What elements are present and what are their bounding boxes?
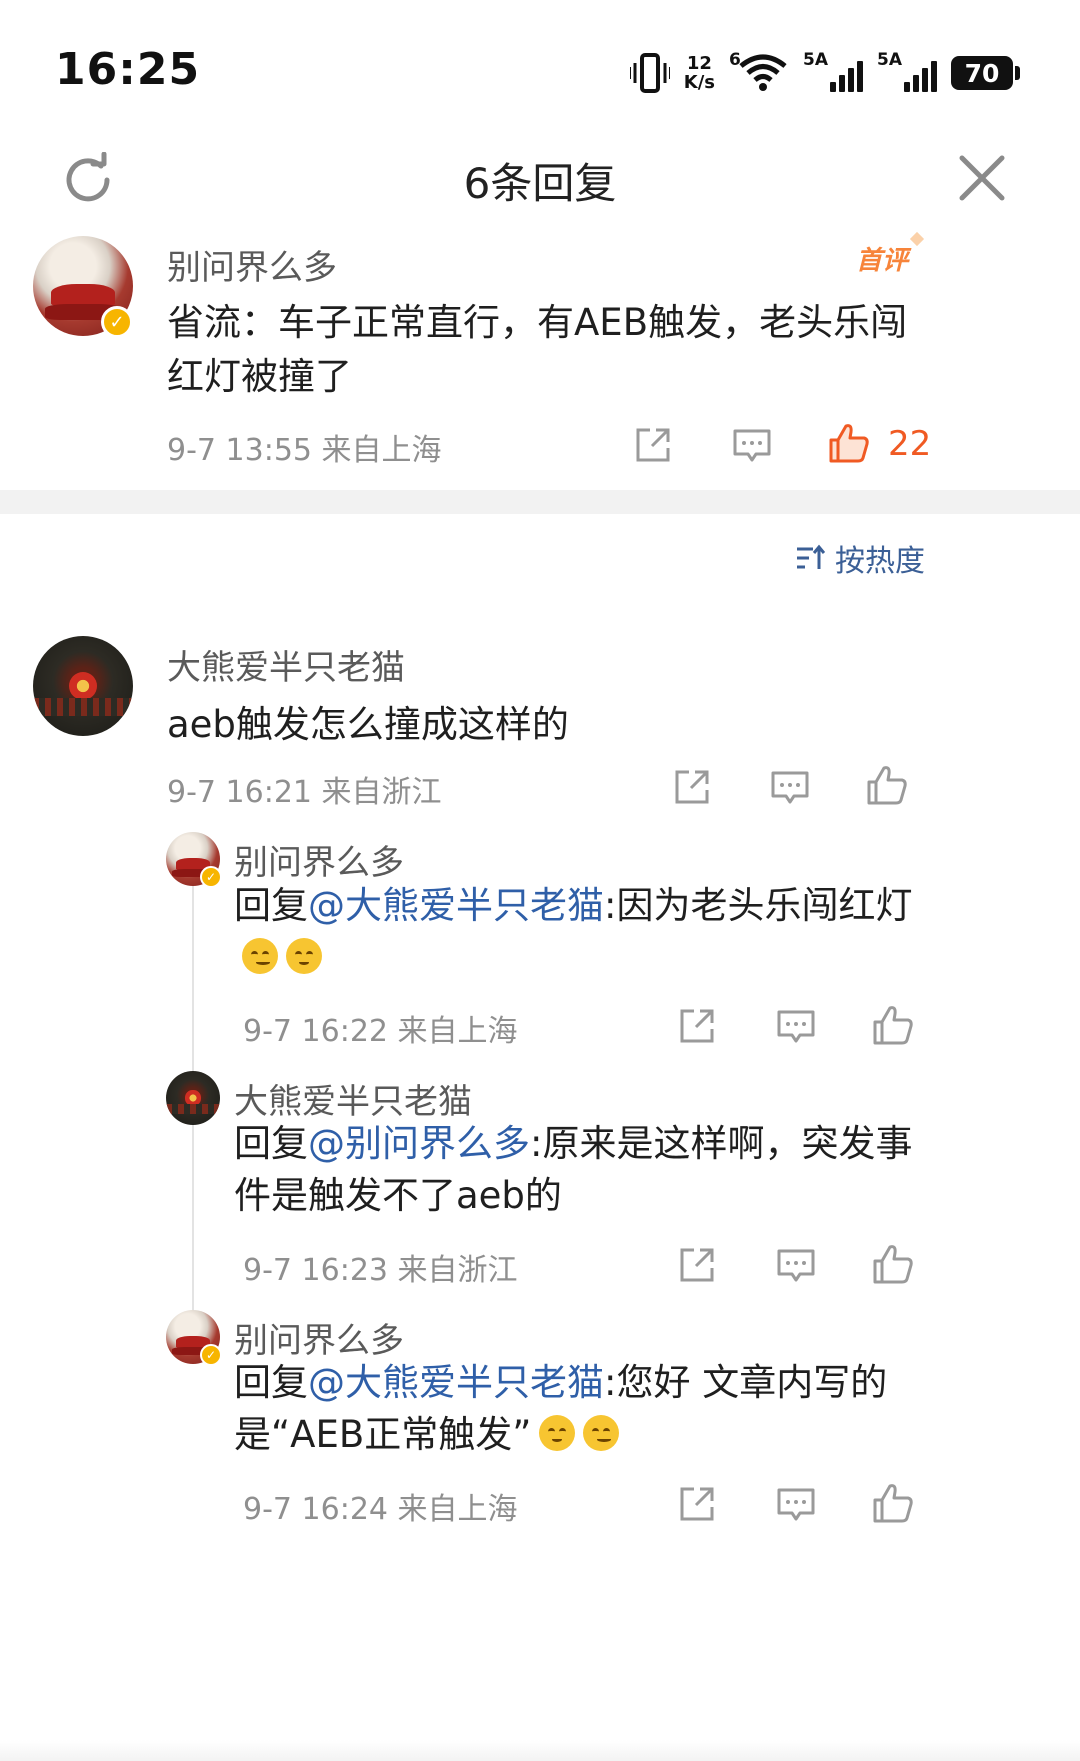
first-comment-badge-label: 首评: [856, 246, 909, 276]
share-icon[interactable]: [634, 426, 672, 464]
comment-username[interactable]: 别问界么多: [167, 240, 337, 289]
reply-time: 9-7 16:21: [167, 775, 312, 810]
wifi-icon: [739, 54, 787, 91]
signal-bars-icon: [904, 61, 937, 92]
sub-reply-time: 9-7 16:23: [243, 1253, 388, 1288]
sub-reply-text: 回复@大熊爱半只老猫:因为老头乐闯红灯: [234, 880, 914, 984]
sub-reply-meta: 9-7 16:22 来自上海: [243, 1006, 518, 1050]
sub-reply-text: 回复@大熊爱半只老猫:您好 文章内写的是“AEB正常触发”: [234, 1357, 924, 1461]
mention-link[interactable]: @大熊爱半只老猫: [308, 1361, 604, 1404]
reply-header: 6条回复: [0, 130, 1080, 230]
sub-reply-username[interactable]: 别问界么多: [234, 1313, 404, 1362]
smirk-emoji-icon: [242, 937, 278, 974]
comment-meta: 9-7 13:55 来自上海: [167, 425, 442, 469]
close-icon[interactable]: [956, 152, 1008, 204]
like-icon[interactable]: [872, 1004, 914, 1046]
sub-reply-text: 回复@别问界么多:原来是这样啊，突发事件是触发不了aeb的: [234, 1118, 914, 1222]
reply-location: 来自浙江: [321, 775, 442, 810]
sub-reply-location: 来自上海: [397, 1014, 518, 1049]
sim2-tag: 5A: [877, 50, 902, 70]
verified-badge-icon: ✓: [200, 1344, 222, 1366]
bottom-fade: [0, 1740, 1080, 1761]
signal-bars-icon: [830, 61, 863, 92]
sub-reply-username[interactable]: 别问界么多: [234, 835, 404, 884]
page-title: 6条回复: [463, 159, 617, 208]
verified-badge-icon: ✓: [200, 866, 222, 888]
sim2-signal: 5A: [877, 50, 937, 94]
status-time: 16:25: [55, 44, 201, 95]
sub-reply-time: 9-7 16:24: [243, 1492, 388, 1527]
avatar[interactable]: [33, 636, 133, 736]
comment-icon[interactable]: [732, 428, 772, 464]
vibrate-icon: [629, 53, 670, 93]
sub-reply-body: :因为老头乐闯红灯: [604, 884, 913, 927]
like-icon[interactable]: [866, 764, 908, 806]
verified-badge-icon: ✓: [101, 306, 133, 338]
status-bar: 16:25 12 K/s 6 5A 5A 70: [0, 0, 1080, 130]
mention-link[interactable]: @别问界么多: [308, 1122, 530, 1165]
comment-icon[interactable]: [776, 1487, 816, 1523]
avatar[interactable]: [166, 1071, 220, 1125]
upside-down-emoji-icon: [286, 937, 322, 974]
like-icon[interactable]: [872, 1482, 914, 1524]
emblem-bars: [166, 1104, 220, 1115]
comment-icon[interactable]: [776, 1248, 816, 1284]
net-speed-value: 12: [686, 53, 712, 74]
sort-label: 按热度: [835, 544, 925, 579]
reply-prefix: 回复: [234, 884, 308, 927]
share-icon[interactable]: [678, 1246, 716, 1284]
net-speed: 12 K/s: [684, 54, 715, 92]
comment-time: 9-7 13:55: [167, 433, 312, 468]
wifi-indicator: 6: [729, 50, 789, 94]
sub-reply-avatar-wrap[interactable]: ✓: [166, 1310, 222, 1366]
section-divider: [0, 490, 1080, 514]
sim1-signal: 5A: [803, 50, 863, 94]
comment-text: 省流：车子正常直行，有AEB触发，老头乐闯红灯被撞了: [167, 301, 908, 398]
reply-text: aeb触发怎么撞成这样的: [167, 703, 569, 746]
sub-reply-avatar-wrap[interactable]: ✓: [166, 832, 222, 888]
sparkle-icon: [909, 231, 925, 247]
like-icon[interactable]: [828, 422, 870, 464]
sub-reply-location: 来自上海: [397, 1492, 518, 1527]
smirk-emoji-icon: [583, 1414, 620, 1451]
battery-tip: [1015, 66, 1020, 80]
sub-reply-username[interactable]: 大熊爱半只老猫: [234, 1074, 472, 1123]
net-speed-unit: K/s: [683, 72, 715, 93]
battery-level: 70: [951, 56, 1013, 90]
sort-icon: [797, 544, 825, 569]
sub-reply-meta: 9-7 16:23 来自浙江: [243, 1245, 518, 1289]
status-icons: 12 K/s 6 5A 5A 70: [629, 48, 1020, 98]
first-comment-badge: 首评: [856, 231, 925, 277]
comment-icon[interactable]: [776, 1009, 816, 1045]
emblem-shape: [69, 672, 97, 700]
share-icon[interactable]: [678, 1007, 716, 1045]
sort-button[interactable]: 按热度: [795, 536, 925, 580]
like-count: 22: [888, 424, 932, 464]
main-comment-avatar-wrap[interactable]: ✓: [33, 236, 133, 338]
emblem-bars: [33, 698, 133, 716]
reply-username[interactable]: 大熊爱半只老猫: [167, 640, 405, 689]
upside-down-emoji-icon: [539, 1414, 576, 1451]
share-icon[interactable]: [673, 768, 711, 806]
sub-reply-meta: 9-7 16:24 来自上海: [243, 1484, 518, 1528]
reply-prefix: 回复: [234, 1122, 308, 1165]
comment-location: 来自上海: [321, 433, 442, 468]
sim1-tag: 5A: [803, 50, 828, 70]
sub-reply-location: 来自浙江: [397, 1253, 518, 1288]
like-icon[interactable]: [872, 1243, 914, 1285]
sub-reply-time: 9-7 16:22: [243, 1014, 388, 1049]
reply-meta: 9-7 16:21 来自浙江: [167, 767, 442, 811]
comment-icon[interactable]: [770, 770, 810, 806]
avatar-car-shape: [51, 284, 115, 306]
emblem-shape: [185, 1090, 201, 1106]
mention-link[interactable]: @大熊爱半只老猫: [308, 884, 604, 927]
share-icon[interactable]: [678, 1485, 716, 1523]
reply-prefix: 回复: [234, 1361, 308, 1404]
battery-indicator: 70: [951, 56, 1020, 90]
